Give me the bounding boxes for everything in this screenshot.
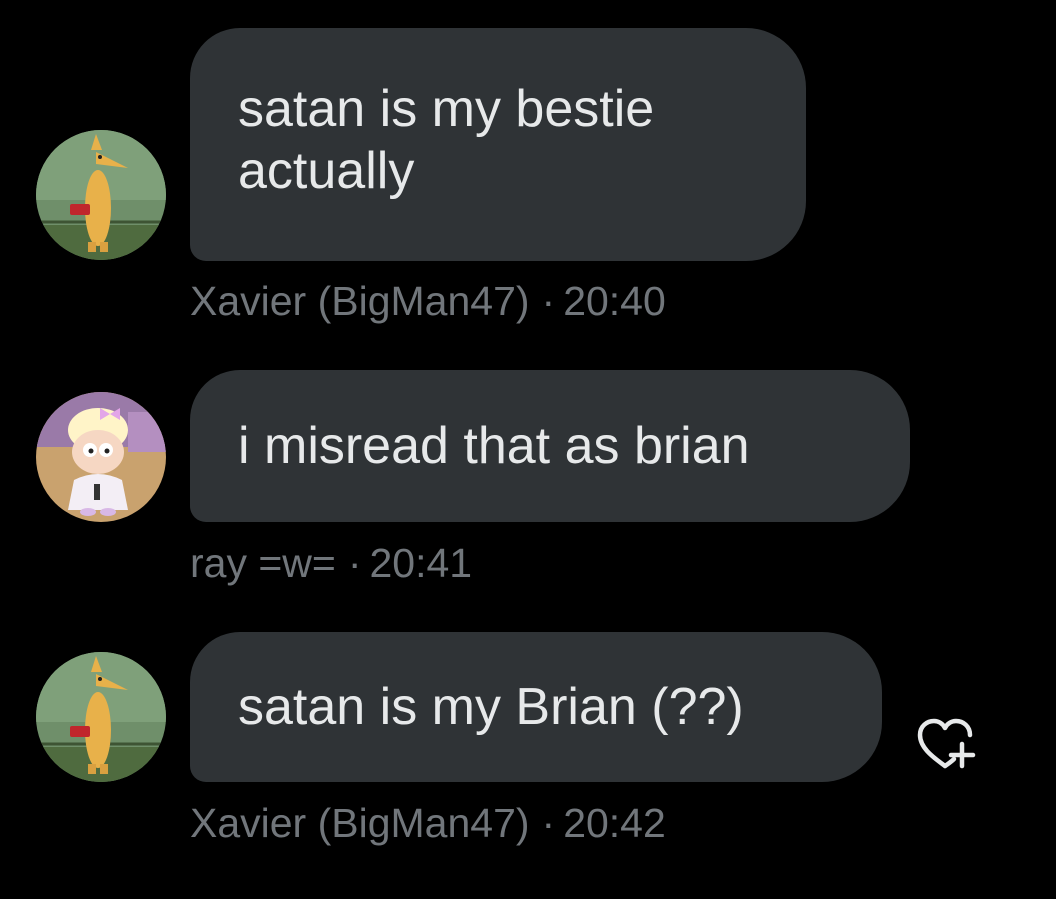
- separator: ·: [541, 278, 556, 324]
- fox-avatar-icon[interactable]: [36, 652, 166, 782]
- separator: ·: [347, 540, 362, 586]
- add-reaction-heart-icon[interactable]: [914, 716, 976, 772]
- message-meta: ray =w= · 20:41: [190, 540, 472, 587]
- message-bubble[interactable]: satan is my Brian (??): [190, 632, 882, 782]
- sender-name[interactable]: Xavier (BigMan47): [190, 800, 530, 846]
- timestamp: 20:42: [563, 800, 666, 846]
- timestamp: 20:40: [563, 278, 666, 324]
- message-bubble[interactable]: i misread that as brian: [190, 370, 910, 522]
- message-text: i misread that as brian: [238, 417, 750, 475]
- message-text: satan is my bestie actually: [238, 80, 655, 200]
- message-text: satan is my Brian (??): [238, 678, 744, 736]
- sender-name[interactable]: Xavier (BigMan47): [190, 278, 530, 324]
- fox-avatar-icon[interactable]: [36, 130, 166, 260]
- message-meta: Xavier (BigMan47) · 20:40: [190, 278, 666, 325]
- cartoon-avatar-icon[interactable]: [36, 392, 166, 522]
- message-bubble[interactable]: satan is my bestie actually: [190, 28, 806, 261]
- timestamp: 20:41: [369, 540, 473, 586]
- sender-name[interactable]: ray =w=: [190, 540, 336, 586]
- separator: ·: [541, 800, 556, 846]
- message-meta: Xavier (BigMan47) · 20:42: [190, 800, 666, 847]
